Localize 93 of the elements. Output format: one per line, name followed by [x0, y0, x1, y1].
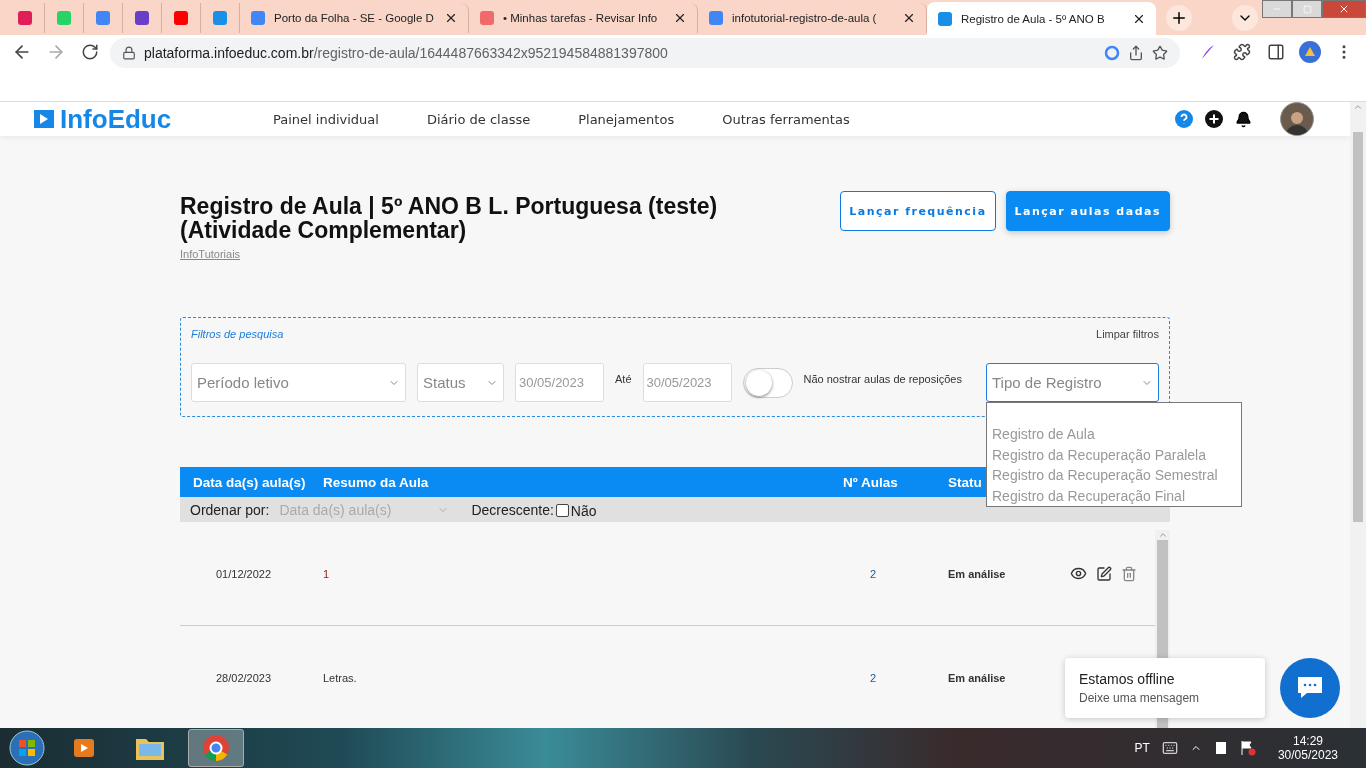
tab-favicon-icon: [479, 10, 495, 26]
browser-tab[interactable]: • Minhas tarefas - Revisar Info: [469, 3, 698, 33]
plus-icon: [1170, 9, 1188, 27]
tab-favicon-icon: [212, 10, 228, 26]
checkbox-label: Não: [570, 503, 597, 519]
action-button[interactable]: Lançar aulas dadas: [1005, 191, 1170, 231]
column-header: Resumo da Aula: [322, 474, 430, 490]
tab-favicon-icon: [173, 10, 189, 26]
tab-favicon-icon: [250, 10, 266, 26]
media-player-icon: [72, 736, 96, 760]
flag-icon[interactable]: [1239, 740, 1256, 756]
tab-favicon-icon: [708, 10, 724, 26]
keyboard-icon[interactable]: [1161, 740, 1178, 756]
view-icon[interactable]: [1070, 565, 1087, 582]
infoeduc-logo[interactable]: InfoEduc: [32, 103, 273, 135]
tab-favicon-icon: [95, 10, 111, 26]
page-title: Registro de Aula | 5º ANO B L. Portuguesa (teste) (Atividade Complementar): [180, 194, 719, 242]
maximize-icon: [1302, 4, 1312, 14]
notifications-icon[interactable]: [1235, 110, 1252, 128]
checkbox[interactable]: [555, 504, 569, 517]
period-select[interactable]: Período letivo: [191, 363, 406, 402]
chrome-icon: [202, 734, 230, 762]
type-select[interactable]: Tipo de Registro: [986, 363, 1159, 402]
device-icon[interactable]: [1213, 740, 1228, 756]
nav-link[interactable]: Painel individual: [273, 111, 379, 127]
maximize-button[interactable]: [1292, 0, 1322, 18]
side-panel-icon[interactable]: [1267, 43, 1285, 61]
tab-favicon-icon: [17, 10, 33, 26]
lock-icon: [122, 46, 136, 60]
delete-icon[interactable]: [1121, 565, 1137, 582]
nav-link[interactable]: Planejamentos: [578, 111, 675, 127]
subtitle-link[interactable]: InfoTutoriais: [180, 248, 241, 260]
start-button[interactable]: [8, 729, 46, 767]
url-text: plataforma.infoeduc.com.br/registro-de-aula/1644487663342x952194584881397800: [144, 45, 669, 61]
edit-icon[interactable]: [1096, 565, 1112, 582]
table-cell-text: 2: [870, 567, 878, 580]
toggle-label: Não nostrar aulas de reposições: [803, 373, 962, 385]
chat-toast[interactable]: Estamos offline Deixe uma mensagem: [1065, 658, 1265, 718]
column-header: Nº Aulas: [842, 474, 899, 490]
new-tab-button[interactable]: [1166, 5, 1192, 31]
close-icon: [1338, 3, 1350, 15]
nav-link[interactable]: Outras ferramentas: [722, 111, 850, 127]
tab-favicon-icon: [134, 10, 150, 26]
table-cell-text: 2: [870, 671, 878, 684]
column-header: Statu: [947, 474, 983, 490]
sort-label: Ordenar por:: [190, 501, 270, 518]
profile-icon[interactable]: [1299, 41, 1321, 63]
close-icon[interactable]: [444, 11, 458, 25]
close-icon[interactable]: [673, 11, 687, 25]
date-field[interactable]: 30/05/2023: [642, 363, 732, 402]
bookmark-star-icon[interactable]: [1152, 45, 1168, 61]
help-icon[interactable]: [1175, 110, 1193, 128]
table-cell-text: Em análise: [948, 671, 1007, 684]
taskbar-app[interactable]: [188, 729, 244, 767]
reload-icon[interactable]: [81, 43, 99, 61]
dropdown-option[interactable]: Registro de Aula: [987, 424, 1241, 445]
browser-tab[interactable]: infotutorial-registro-de-aula (: [698, 3, 927, 33]
extensions-icon[interactable]: [1233, 43, 1251, 61]
table-cell-text: 1: [323, 567, 331, 580]
date-field[interactable]: 30/05/2023: [515, 363, 604, 402]
minimize-button[interactable]: [1262, 0, 1292, 18]
action-button[interactable]: Lançar frequência: [840, 191, 996, 231]
add-icon[interactable]: [1205, 110, 1223, 128]
clock[interactable]: 14:29 30/05/2023: [1277, 734, 1358, 762]
table-cell-text: Letras.: [323, 671, 358, 684]
avatar[interactable]: [1280, 102, 1314, 136]
browser-tab[interactable]: Porto da Folha - SE - Google D: [240, 3, 469, 33]
close-icon[interactable]: [902, 11, 916, 25]
dropdown-option[interactable]: Registro da Recuperação Semestral: [987, 465, 1241, 486]
table-cell-text: 28/02/2023: [216, 671, 273, 684]
filter-legend: Filtros de pesquisa: [191, 328, 284, 340]
table-cell-text: Em análise: [948, 567, 1007, 580]
nav-link[interactable]: Diário de classe: [426, 111, 531, 127]
toggle-switch[interactable]: [742, 367, 793, 398]
descending-label: Decrescente:: [471, 501, 554, 518]
share-icon[interactable]: [1128, 45, 1144, 61]
language-indicator[interactable]: PT: [1134, 741, 1150, 755]
tab-favicon-icon: [937, 10, 953, 27]
tab-search-button[interactable]: [1232, 5, 1258, 31]
address-field[interactable]: plataforma.infoeduc.com.br/registro-de-aula/1644487663342x952194584881397800: [110, 38, 1180, 68]
chat-subtitle: Deixe uma mensagem: [1079, 691, 1201, 705]
status-select[interactable]: Status: [417, 363, 504, 402]
table-cell-text: 01/12/2022: [216, 567, 273, 580]
until-label: Até: [615, 373, 632, 385]
browser-tab[interactable]: Registro de Aula - 5º ANO B: [927, 2, 1156, 35]
clear-filters-link[interactable]: Limpar filtros: [1096, 328, 1159, 340]
chat-title: Estamos offline: [1079, 671, 1176, 687]
dropdown-option[interactable]: Registro da Recuperação Paralela: [987, 444, 1241, 465]
column-header: Data da(s) aula(s): [192, 474, 307, 490]
tab-favicon-icon: [56, 10, 72, 26]
chat-icon: [1295, 675, 1325, 701]
scrollbar[interactable]: [1353, 132, 1363, 522]
dropdown-option[interactable]: Registro da Recuperação Final: [987, 485, 1241, 506]
